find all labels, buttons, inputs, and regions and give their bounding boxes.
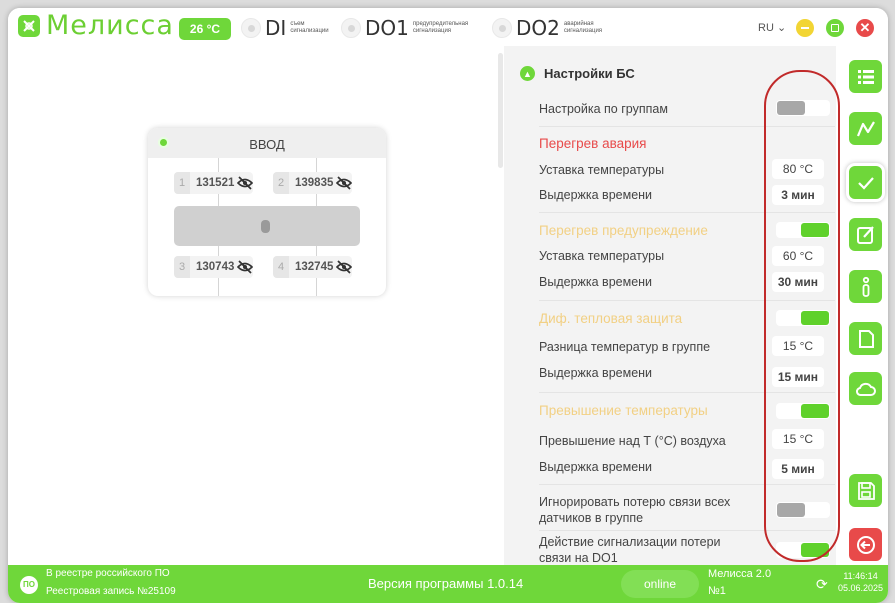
- app-name: Мелисса: [46, 10, 174, 41]
- highlight-annotation: [764, 70, 840, 562]
- workspace: ВВОД 1 131521 2 139835 3 130743 4 132745: [8, 46, 500, 566]
- minimize-button[interactable]: [796, 19, 814, 37]
- indicator-di: DI съем сигнализации: [241, 16, 330, 40]
- registry-icon: ПО: [20, 576, 38, 594]
- sensor-number: 1: [174, 172, 190, 194]
- label-diff-protection: Диф. тепловая защита: [539, 311, 683, 326]
- chart-line-icon: [856, 120, 875, 136]
- cloud-icon: [855, 382, 876, 396]
- side-toolbar: [840, 46, 888, 566]
- datetime: 11:46:14 05.06.2025: [838, 570, 883, 594]
- sensor-id: 132745: [295, 261, 334, 273]
- graph-button[interactable]: [849, 112, 882, 145]
- registry-line-2: Реестровая запись №25109: [46, 586, 176, 597]
- exit-button[interactable]: [849, 528, 882, 561]
- label-setpoint-temp-2: Уставка температуры: [539, 249, 665, 263]
- device-name: Мелисса 2.0: [708, 568, 772, 580]
- cloud-button[interactable]: [849, 372, 882, 405]
- info-button[interactable]: [849, 270, 882, 303]
- label-group-setting: Настройка по группам: [539, 102, 668, 116]
- label-overheat-alarm: Перегрев авария: [539, 136, 647, 151]
- label-setpoint-temp-1: Уставка температуры: [539, 163, 665, 177]
- eye-off-icon: [237, 176, 254, 190]
- app-window: Мелисса 26 °C DI съем сигнализации DO1 п…: [8, 8, 888, 603]
- label-temp-exceed: Превышение температуры: [539, 403, 708, 418]
- list-icon: [857, 69, 874, 84]
- document-button[interactable]: [849, 322, 882, 355]
- status-dot-icon: [158, 137, 169, 148]
- list-button[interactable]: [849, 60, 882, 93]
- online-status-badge: online: [621, 570, 699, 598]
- sensor-id: 139835: [295, 177, 334, 189]
- indicator-code: DI: [265, 16, 287, 40]
- logo-icon: [18, 15, 40, 37]
- eye-off-icon: [336, 260, 353, 274]
- label-temp-diff-group: Разница температур в группе: [539, 340, 711, 354]
- indicator-code: DO2: [516, 16, 560, 40]
- label-line: датчиков в группе: [539, 511, 644, 525]
- close-button[interactable]: ✕: [856, 19, 874, 37]
- label-delay-3: Выдержка времени: [539, 366, 653, 380]
- exit-icon: [856, 535, 875, 554]
- check-icon: [857, 176, 874, 190]
- label-exceed-over-air: Превышение над Т (°C) воздуха: [539, 434, 726, 448]
- card-title: ВВОД: [249, 137, 285, 152]
- edit-button[interactable]: [849, 218, 882, 251]
- label-line: Игнорировать потерю связи всех: [539, 495, 731, 509]
- sensor-number: 2: [273, 172, 289, 194]
- indicator-do1: DO1 предупредительная сигнализация: [341, 16, 473, 40]
- scrollbar[interactable]: [498, 53, 503, 168]
- header: Мелисса 26 °C DI съем сигнализации DO1 п…: [8, 8, 888, 46]
- save-icon: [857, 481, 875, 500]
- device-number: №1: [708, 585, 726, 597]
- label-delay-4: Выдержка времени: [539, 460, 653, 474]
- sensor-2[interactable]: 2 139835: [273, 172, 353, 194]
- label-delay-2: Выдержка времени: [539, 275, 653, 289]
- language-select[interactable]: RU ⌄: [758, 21, 786, 34]
- label-delay-1: Выдержка времени: [539, 188, 653, 202]
- indicator-desc: аварийная сигнализация: [563, 21, 603, 34]
- label-ignore-loss: Игнорировать потерю связи всех датчиков …: [539, 494, 730, 526]
- section-title: Настройки БС: [544, 66, 635, 81]
- time-text: 11:46:14: [843, 571, 878, 581]
- save-button[interactable]: [849, 474, 882, 507]
- date-text: 05.06.2025: [838, 583, 884, 593]
- sensor-number: 3: [174, 256, 190, 278]
- chevron-up-icon: ▲: [520, 66, 535, 81]
- sensor-number: 4: [273, 256, 289, 278]
- label-overheat-warning: Перегрев предупреждение: [539, 223, 708, 238]
- input-card[interactable]: ВВОД 1 131521 2 139835 3 130743 4 132745: [148, 128, 386, 296]
- indicator-dot-icon: [492, 18, 512, 38]
- temperature-badge: 26 °C: [179, 18, 231, 40]
- status-bar: ПО В реестре российского ПО Реестровая з…: [8, 565, 888, 603]
- sensor-id: 130743: [196, 261, 235, 273]
- check-button[interactable]: [849, 166, 882, 199]
- sensor-id: 131521: [196, 177, 235, 189]
- edit-icon: [856, 225, 874, 244]
- indicator-desc: съем сигнализации: [290, 21, 329, 34]
- sensor-3[interactable]: 3 130743: [174, 256, 254, 278]
- indicator-desc: предупредительная сигнализация: [412, 21, 469, 34]
- indicator-dot-icon: [241, 18, 261, 38]
- maximize-button[interactable]: [826, 19, 844, 37]
- label-loss-action: Действие сигнализации потери связи на DO…: [539, 534, 721, 566]
- label-line: Действие сигнализации потери: [539, 535, 721, 549]
- input-bar[interactable]: [174, 206, 360, 246]
- indicator-do2: DO2 аварийная сигнализация: [492, 16, 624, 40]
- section-header[interactable]: ▲ Настройки БС: [520, 66, 635, 81]
- document-icon: [858, 329, 874, 348]
- version-text: Версия программы 1.0.14: [368, 576, 524, 591]
- sensor-4[interactable]: 4 132745: [273, 256, 353, 278]
- info-icon: [862, 276, 869, 297]
- eye-off-icon: [336, 176, 353, 190]
- sync-icon[interactable]: ⟳: [816, 576, 828, 593]
- card-header: ВВОД: [148, 128, 386, 158]
- registry-line-1: В реестре российского ПО: [46, 568, 170, 579]
- sensor-1[interactable]: 1 131521: [174, 172, 254, 194]
- eye-off-icon: [237, 260, 254, 274]
- connector-icon: [261, 220, 270, 233]
- label-line: связи на DO1: [539, 551, 618, 565]
- indicator-code: DO1: [365, 16, 409, 40]
- indicator-dot-icon: [341, 18, 361, 38]
